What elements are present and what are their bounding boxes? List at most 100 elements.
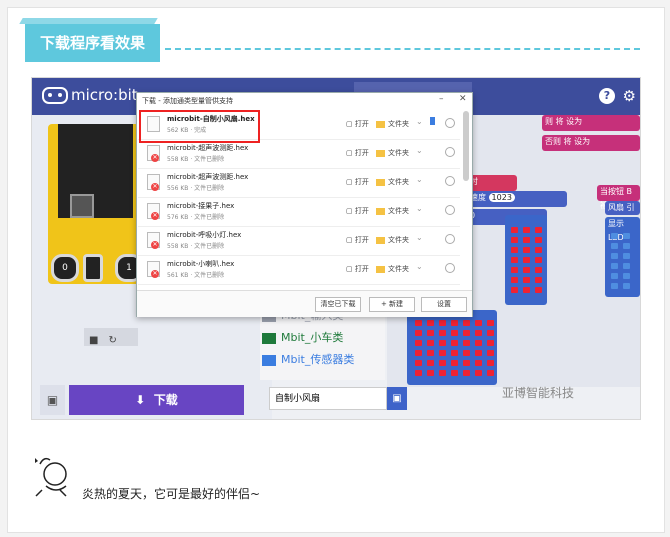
led-cell[interactable] <box>623 253 630 259</box>
speed-value[interactable]: 1023 <box>488 193 515 202</box>
led-cell[interactable] <box>427 320 434 326</box>
block-time[interactable]: 时 <box>467 175 517 191</box>
delete-icon[interactable] <box>445 118 455 128</box>
file-name[interactable]: microbit-超声波测距.hex <box>167 143 248 153</box>
more-chevron-icon[interactable]: ⌄ <box>416 204 423 213</box>
file-name[interactable]: microbit-超声波测距.hex <box>167 172 248 182</box>
led-cell[interactable] <box>415 330 422 336</box>
open-file-link[interactable]: ▢ 打开 <box>346 235 369 245</box>
block-else[interactable]: 否则 将 设为 <box>542 135 640 151</box>
open-file-link[interactable]: ▢ 打开 <box>346 148 369 158</box>
open-file-link[interactable]: ▢ 打开 <box>346 177 369 187</box>
led-cell[interactable] <box>611 273 618 279</box>
led-cell[interactable] <box>451 370 458 376</box>
toolbox-item-sensor[interactable]: Mbit_传感器类 <box>262 350 382 370</box>
delete-icon[interactable] <box>445 176 455 186</box>
save-icon[interactable]: ▣ <box>387 387 407 410</box>
led-cell[interactable] <box>511 267 518 273</box>
led-cell[interactable] <box>535 227 542 233</box>
led-cell[interactable] <box>487 320 494 326</box>
led-cell[interactable] <box>623 233 630 239</box>
led-cell[interactable] <box>451 360 458 366</box>
board-button[interactable] <box>70 194 94 218</box>
more-chevron-icon[interactable]: ⌄ <box>416 262 423 271</box>
led-cell[interactable] <box>487 370 494 376</box>
led-cell[interactable] <box>439 360 446 366</box>
pin-icon[interactable] <box>430 117 435 125</box>
led-cell[interactable] <box>523 247 530 253</box>
led-cell[interactable] <box>511 277 518 283</box>
led-cell[interactable] <box>611 263 618 269</box>
led-cell[interactable] <box>535 237 542 243</box>
led-cell[interactable] <box>463 330 470 336</box>
led-cell[interactable] <box>535 267 542 273</box>
led-cell[interactable] <box>415 350 422 356</box>
led-cell[interactable] <box>511 227 518 233</box>
led-cell[interactable] <box>427 370 434 376</box>
led-cell[interactable] <box>439 320 446 326</box>
led-cell[interactable] <box>535 257 542 263</box>
delete-icon[interactable] <box>445 263 455 273</box>
gear-icon[interactable]: ⚙ <box>623 87 636 105</box>
delete-icon[interactable] <box>445 205 455 215</box>
download-row[interactable]: ✕ microbit-小喇叭.hex 561 KB · 文件已删除 ▢ 打开 文件夹 ⌄ <box>138 256 460 285</box>
led-cell[interactable] <box>427 340 434 346</box>
block-button-event[interactable]: 当按钮 B 被 <box>597 185 640 210</box>
led-cell[interactable] <box>487 360 494 366</box>
led-cell[interactable] <box>611 253 618 259</box>
open-file-link[interactable]: ▢ 打开 <box>346 206 369 216</box>
led-cell[interactable] <box>427 360 434 366</box>
led-cell[interactable] <box>623 273 630 279</box>
led-cell[interactable] <box>611 283 618 289</box>
led-cell[interactable] <box>463 320 470 326</box>
open-folder-link[interactable]: 文件夹 <box>376 119 409 129</box>
clear-downloads-button[interactable]: 清空已下载 <box>315 297 361 312</box>
file-name[interactable]: microbit-小喇叭.hex <box>167 259 234 269</box>
open-folder-link[interactable]: 文件夹 <box>376 206 409 216</box>
led-cell[interactable] <box>475 370 482 376</box>
led-cell[interactable] <box>623 263 630 269</box>
led-cell[interactable] <box>511 287 518 293</box>
download-button[interactable]: ⬇ 下载 <box>69 385 244 415</box>
delete-icon[interactable] <box>445 147 455 157</box>
led-cell[interactable] <box>535 277 542 283</box>
pin-0[interactable]: 0 <box>51 254 79 282</box>
more-chevron-icon[interactable]: ⌄ <box>416 117 423 126</box>
open-folder-link[interactable]: 文件夹 <box>376 177 409 187</box>
led-cell[interactable] <box>451 320 458 326</box>
project-name-input[interactable]: 自制小风扇 <box>269 387 387 410</box>
led-cell[interactable] <box>415 360 422 366</box>
delete-icon[interactable] <box>445 234 455 244</box>
led-cell[interactable] <box>611 233 618 239</box>
settings-button[interactable]: 设置 <box>421 297 467 312</box>
stop-icon[interactable]: ■ <box>89 335 98 346</box>
led-cell[interactable] <box>463 340 470 346</box>
led-cell[interactable] <box>475 330 482 336</box>
led-cell[interactable] <box>535 247 542 253</box>
led-cell[interactable] <box>487 340 494 346</box>
led-cell[interactable] <box>511 237 518 243</box>
download-row[interactable]: ✕ microbit-接果子.hex 576 KB · 文件已删除 ▢ 打开 文件夹 ⌄ <box>138 198 460 227</box>
led-cell[interactable] <box>535 287 542 293</box>
led-cell[interactable] <box>523 237 530 243</box>
block-speed[interactable]: 速度 1023 <box>467 191 567 207</box>
open-folder-link[interactable]: 文件夹 <box>376 148 409 158</box>
led-cell[interactable] <box>623 243 630 249</box>
led-cell[interactable] <box>475 340 482 346</box>
led-cell[interactable] <box>463 350 470 356</box>
led-cell[interactable] <box>475 320 482 326</box>
led-cell[interactable] <box>427 330 434 336</box>
led-cell[interactable] <box>451 330 458 336</box>
file-name[interactable]: microbit-呼吸小灯.hex <box>167 230 241 240</box>
open-file-link[interactable]: ▢ 打开 <box>346 119 369 129</box>
led-cell[interactable] <box>427 350 434 356</box>
more-chevron-icon[interactable]: ⌄ <box>416 233 423 242</box>
led-cell[interactable] <box>523 277 530 283</box>
led-cell[interactable] <box>523 257 530 263</box>
open-folder-link[interactable]: 文件夹 <box>376 264 409 274</box>
file-name[interactable]: microbit-接果子.hex <box>167 201 234 211</box>
led-cell[interactable] <box>463 360 470 366</box>
restart-icon[interactable]: ↻ <box>108 335 116 346</box>
led-cell[interactable] <box>451 340 458 346</box>
scrollbar[interactable] <box>463 111 469 181</box>
